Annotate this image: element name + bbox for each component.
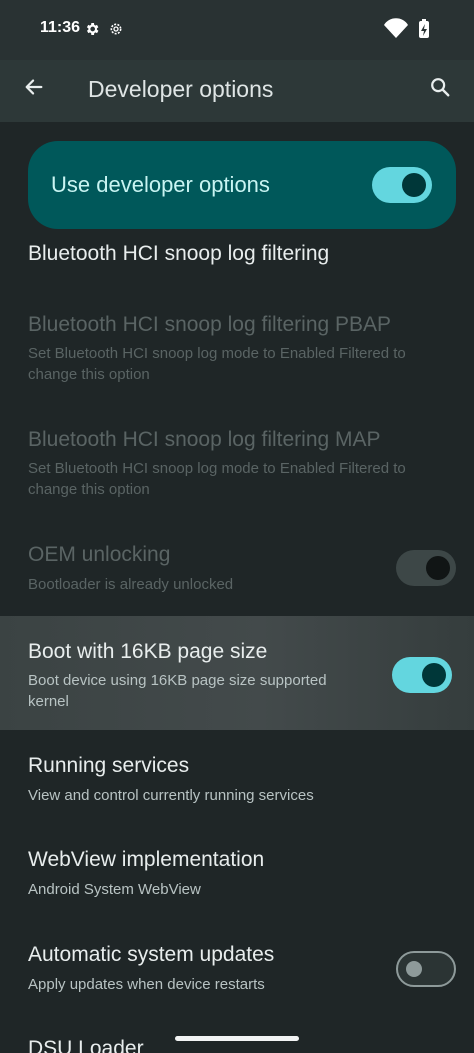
app-bar: Developer options [0, 60, 474, 122]
pref-title: Bluetooth HCI snoop log filtering [28, 242, 330, 265]
pref-title: Running services [28, 754, 190, 777]
pref-summary: Set Bluetooth HCI snoop log mode to Enab… [28, 460, 406, 498]
pref-webview-implementation[interactable]: WebView implementation Android System We… [0, 836, 474, 918]
settings-gear-outline-icon [108, 21, 124, 42]
switch-thumb [422, 663, 446, 687]
wifi-icon [384, 18, 408, 38]
page-title: Developer options [88, 76, 274, 102]
status-right-icons [382, 18, 438, 45]
pref-summary: Android System WebView [28, 881, 201, 898]
pref-boot-16kb-page-size[interactable]: Boot with 16KB page size Boot device usi… [0, 616, 474, 730]
boot-16kb-switch[interactable] [392, 657, 452, 693]
pref-summary: Bootloader is already unlocked [28, 576, 234, 593]
use-developer-options-card[interactable]: Use developer options [28, 141, 456, 229]
pref-summary: View and control currently running servi… [28, 787, 314, 804]
status-time: 11:36 [40, 19, 81, 36]
status-bar: 11:36 [0, 0, 474, 60]
battery-charging-icon [419, 19, 429, 38]
oem-unlocking-switch [396, 550, 456, 586]
pref-title: Boot with 16KB page size [28, 640, 268, 663]
switch-thumb [402, 173, 426, 197]
search-button[interactable] [418, 67, 462, 111]
pref-oem-unlocking: OEM unlocking Bootloader is already unlo… [0, 530, 474, 610]
switch-thumb [406, 961, 422, 977]
pref-running-services[interactable]: Running services View and control curren… [0, 742, 474, 824]
use-developer-options-label: Use developer options [51, 172, 270, 197]
gesture-nav-handle[interactable] [175, 1036, 299, 1041]
search-icon [429, 76, 451, 103]
pref-title: DSU Loader [28, 1037, 144, 1053]
back-button[interactable] [12, 67, 56, 111]
pref-bt-hci-snoop-filtering[interactable]: Bluetooth HCI snoop log filtering [0, 232, 474, 290]
pref-bt-hci-snoop-filtering-map: Bluetooth HCI snoop log filtering MAP Se… [0, 415, 474, 517]
pref-summary: Apply updates when device restarts [28, 976, 265, 993]
pref-automatic-system-updates[interactable]: Automatic system updates Apply updates w… [0, 931, 474, 1015]
pref-summary: Boot device using 16KB page size support… [28, 672, 327, 710]
pref-bt-hci-snoop-filtering-pbap: Bluetooth HCI snoop log filtering PBAP S… [0, 300, 474, 402]
pref-title: Automatic system updates [28, 943, 275, 966]
switch-thumb [426, 556, 450, 580]
arrow-back-icon [23, 76, 45, 103]
pref-title: OEM unlocking [28, 543, 171, 566]
pref-title: Bluetooth HCI snoop log filtering PBAP [28, 313, 392, 336]
pref-title: WebView implementation [28, 848, 265, 871]
pref-summary: Set Bluetooth HCI snoop log mode to Enab… [28, 345, 406, 383]
pref-title: Bluetooth HCI snoop log filtering MAP [28, 428, 381, 451]
settings-gear-icon [84, 21, 100, 42]
automatic-system-updates-switch[interactable] [396, 951, 456, 987]
use-developer-options-switch[interactable] [372, 167, 432, 203]
